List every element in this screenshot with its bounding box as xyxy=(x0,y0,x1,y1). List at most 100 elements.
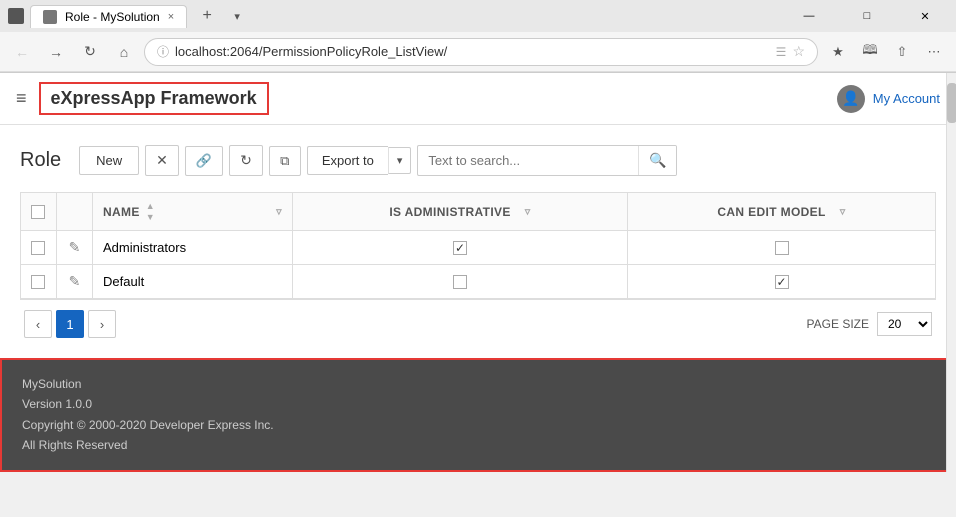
vertical-scrollbar[interactable] xyxy=(946,73,956,472)
col-name-label: NAME xyxy=(103,205,140,219)
link-icon: 🔗 xyxy=(196,153,212,169)
row1-admin-checkbox[interactable] xyxy=(453,241,467,255)
table-body: ✎ Administrators xyxy=(21,231,936,299)
footer-line2: Version 1.0.0 xyxy=(22,394,934,414)
more-button[interactable]: ⋯ xyxy=(920,38,948,66)
tab-close-button[interactable]: × xyxy=(168,11,174,23)
window-controls: — □ ✕ xyxy=(786,0,948,32)
address-bar[interactable]: ⓘ localhost:2064/PermissionPolicyRole_Li… xyxy=(144,38,818,66)
row1-model-checkbox[interactable] xyxy=(775,241,789,255)
account-avatar-icon: 👤 xyxy=(842,90,859,107)
export-dropdown-button[interactable]: ▾ xyxy=(388,147,412,174)
toolbar: Role New ✕ 🔗 ↻ ⧉ Export to ▾ 🔍 xyxy=(20,145,936,176)
row1-edit-icon[interactable]: ✎ xyxy=(69,239,81,255)
favorites-button[interactable]: ★ xyxy=(824,38,852,66)
share-button[interactable]: ⇧ xyxy=(888,38,916,66)
prev-page-button[interactable]: ‹ xyxy=(24,310,52,338)
tab-favicon xyxy=(43,10,57,24)
reload-button[interactable]: ↻ xyxy=(76,38,104,66)
tab-dropdown-button[interactable]: ▾ xyxy=(227,6,247,26)
minimize-button[interactable]: — xyxy=(786,0,832,32)
footer-line3: Copyright © 2000-2020 Developer Express … xyxy=(22,415,934,435)
select-all-checkbox[interactable] xyxy=(31,205,45,219)
maximize-button[interactable]: □ xyxy=(844,0,890,32)
row2-model-cell xyxy=(628,265,936,299)
page-size-select[interactable]: 20 50 100 xyxy=(877,312,932,336)
delete-button[interactable]: ✕ xyxy=(145,145,179,176)
row2-model-checkbox[interactable] xyxy=(775,275,789,289)
new-tab-button[interactable]: + xyxy=(193,2,221,30)
browser-chrome: Role - MySolution × + ▾ — □ ✕ ← → ↻ ⌂ ⓘ … xyxy=(0,0,956,73)
admin-filter-icon[interactable]: ▿ xyxy=(525,205,531,218)
close-button[interactable]: ✕ xyxy=(902,0,948,32)
row2-edit-cell: ✎ xyxy=(57,265,93,299)
account-avatar: 👤 xyxy=(837,85,865,113)
address-text: localhost:2064/PermissionPolicyRole_List… xyxy=(175,44,770,59)
table-row: ✎ Default xyxy=(21,265,936,299)
refresh-button[interactable]: ↻ xyxy=(229,145,263,176)
title-bar: Role - MySolution × + ▾ — □ ✕ xyxy=(0,0,956,32)
col-header-checkbox xyxy=(21,193,57,231)
tab-title: Role - MySolution xyxy=(65,10,160,24)
main-content: Role New ✕ 🔗 ↻ ⧉ Export to ▾ 🔍 xyxy=(0,125,956,358)
export-button-group: Export to ▾ xyxy=(307,146,412,175)
new-button[interactable]: New xyxy=(79,146,139,175)
browser-icon xyxy=(8,8,24,24)
page-1-button[interactable]: 1 xyxy=(56,310,84,338)
row2-name-cell: Default xyxy=(93,265,293,299)
col-header-name: NAME ▲ ▼ ▿ xyxy=(93,193,293,231)
nav-bar: ← → ↻ ⌂ ⓘ localhost:2064/PermissionPolic… xyxy=(0,32,956,72)
back-button[interactable]: ← xyxy=(8,38,36,66)
forward-button[interactable]: → xyxy=(42,38,70,66)
row2-edit-icon[interactable]: ✎ xyxy=(69,273,81,289)
address-reader-icon: ☰ xyxy=(776,45,787,59)
address-security-icon: ⓘ xyxy=(157,43,169,60)
row2-name: Default xyxy=(103,274,144,289)
hamburger-menu-button[interactable]: ≡ xyxy=(16,88,27,109)
sort-desc-icon: ▼ xyxy=(146,212,155,222)
footer-line4: All Rights Reserved xyxy=(22,435,934,455)
search-box: 🔍 xyxy=(417,145,677,176)
nav-actions: ★ 🕮 ⇧ ⋯ xyxy=(824,38,948,66)
col-model-label: CAN EDIT MODEL xyxy=(717,205,825,219)
table-header: NAME ▲ ▼ ▿ IS ADMINISTRATIVE ▿ xyxy=(21,193,936,231)
model-filter-icon[interactable]: ▿ xyxy=(840,205,846,218)
search-input[interactable] xyxy=(418,147,638,174)
reading-list-button[interactable]: 🕮 xyxy=(856,38,884,66)
active-tab[interactable]: Role - MySolution × xyxy=(30,5,187,28)
row1-checkbox-cell xyxy=(21,231,57,265)
copy-button[interactable]: ⧉ xyxy=(269,146,301,176)
account-link[interactable]: My Account xyxy=(873,91,940,106)
app-header: ≡ eXpressApp Framework 👤 My Account xyxy=(0,73,956,125)
footer-line1: MySolution xyxy=(22,374,934,394)
name-sort-icons[interactable]: ▲ ▼ xyxy=(146,201,155,222)
header-row: NAME ▲ ▼ ▿ IS ADMINISTRATIVE ▿ xyxy=(21,193,936,231)
footer: MySolution Version 1.0.0 Copyright © 200… xyxy=(0,358,956,472)
row2-checkbox-cell xyxy=(21,265,57,299)
page-size-label: PAGE SIZE xyxy=(807,317,869,331)
home-button[interactable]: ⌂ xyxy=(110,38,138,66)
next-page-button[interactable]: › xyxy=(88,310,116,338)
pagination-bar: ‹ 1 › PAGE SIZE 20 50 100 xyxy=(20,299,936,348)
address-bookmark-icon[interactable]: ☆ xyxy=(792,43,805,60)
col-admin-label: IS ADMINISTRATIVE xyxy=(389,205,510,219)
content-wrapper: ≡ eXpressApp Framework 👤 My Account Role… xyxy=(0,73,956,472)
app-title: eXpressApp Framework xyxy=(39,82,269,115)
col-header-model: CAN EDIT MODEL ▿ xyxy=(628,193,936,231)
name-filter-icon[interactable]: ▿ xyxy=(276,205,282,218)
page-title: Role xyxy=(20,149,61,172)
account-section[interactable]: 👤 My Account xyxy=(837,85,940,113)
copy-icon: ⧉ xyxy=(280,153,289,169)
scrollbar-thumb[interactable] xyxy=(947,83,956,123)
row2-checkbox[interactable] xyxy=(31,275,45,289)
delete-icon: ✕ xyxy=(156,152,168,169)
title-bar-left: Role - MySolution × + ▾ xyxy=(8,2,247,30)
col-header-admin: IS ADMINISTRATIVE ▿ xyxy=(293,193,628,231)
search-icon: 🔍 xyxy=(649,152,666,168)
row1-checkbox[interactable] xyxy=(31,241,45,255)
footer-text: MySolution Version 1.0.0 Copyright © 200… xyxy=(22,374,934,456)
search-button[interactable]: 🔍 xyxy=(638,146,676,175)
link-button[interactable]: 🔗 xyxy=(185,146,223,176)
export-main-button[interactable]: Export to xyxy=(307,146,388,175)
row2-admin-checkbox[interactable] xyxy=(453,275,467,289)
